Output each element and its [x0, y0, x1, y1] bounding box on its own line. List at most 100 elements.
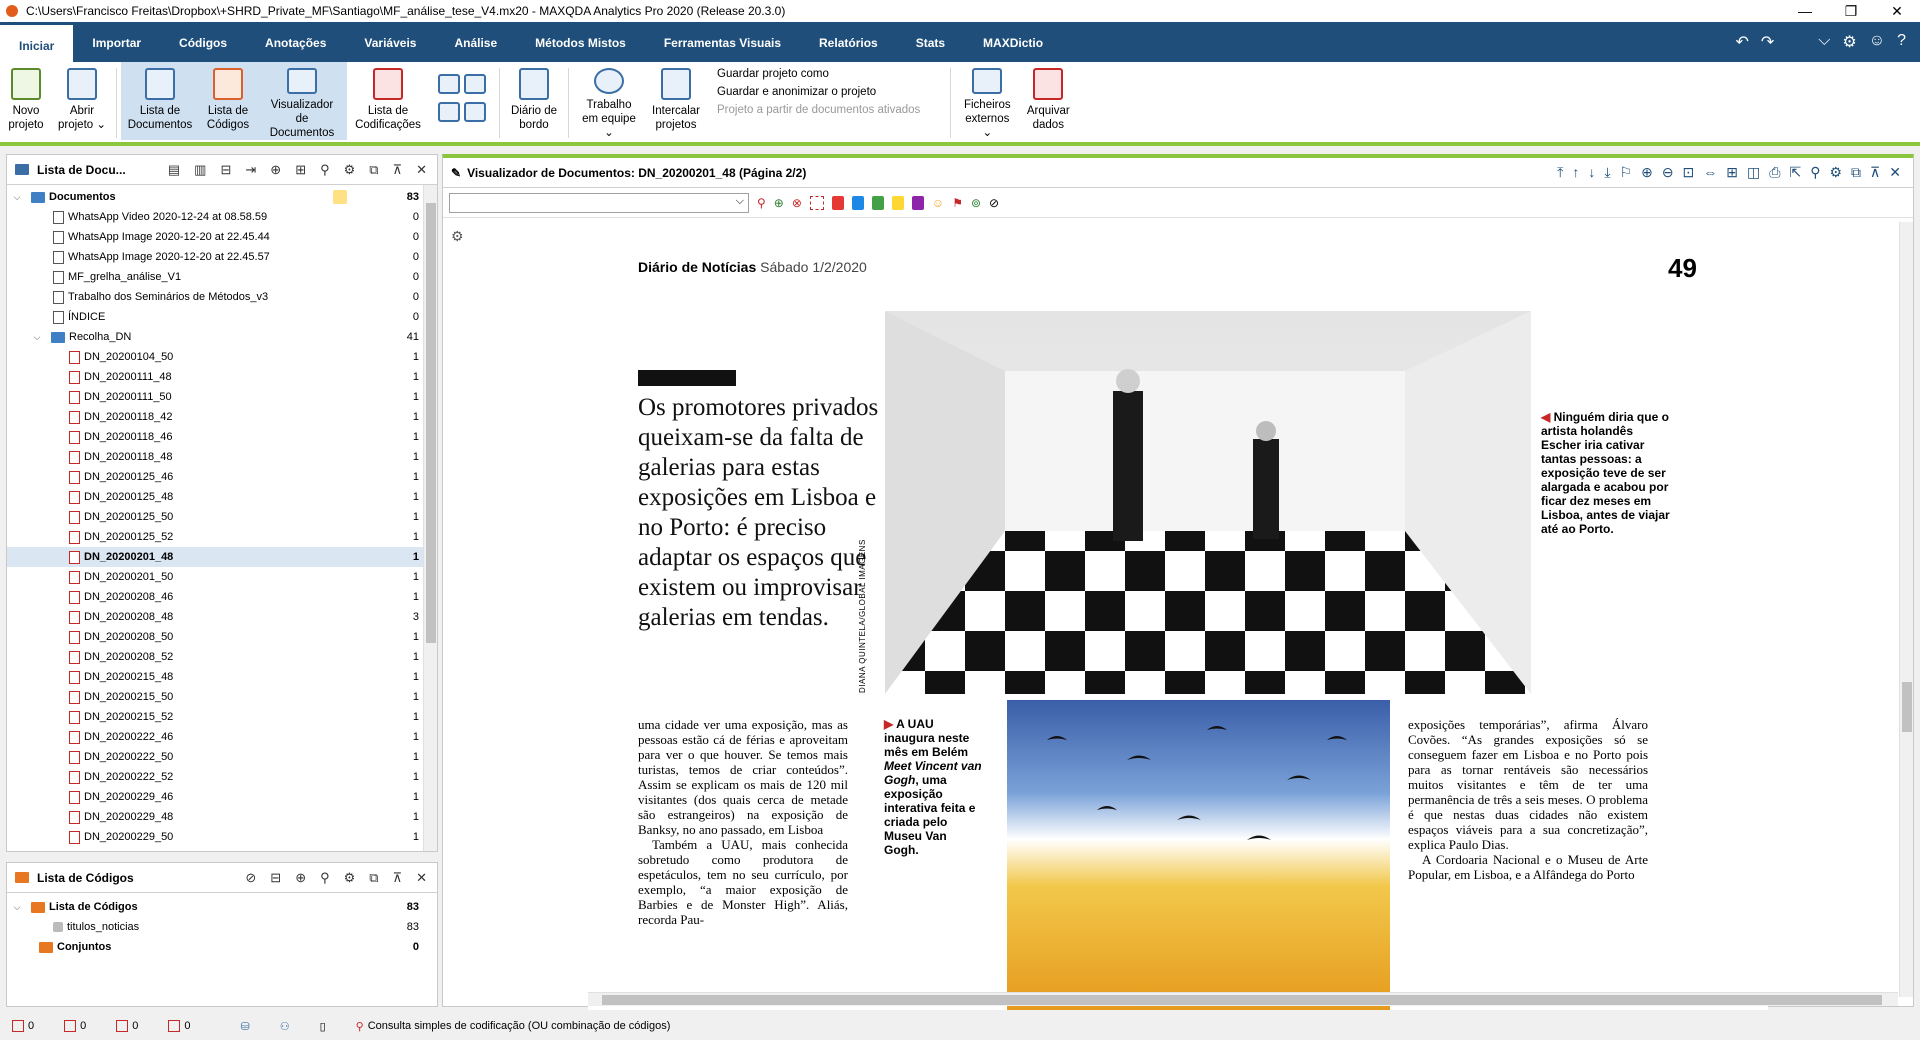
- status-coded-segments[interactable]: 0: [116, 1020, 138, 1032]
- menu-maxdictio[interactable]: MAXDictio: [964, 22, 1062, 62]
- fit-page-icon[interactable]: ⊡: [1683, 164, 1695, 181]
- document-item[interactable]: DN_20200208_52 1: [7, 647, 437, 667]
- document-item[interactable]: DN_20200229_46 1: [7, 787, 437, 807]
- scrollbar-thumb[interactable]: [602, 995, 1882, 1005]
- document-item[interactable]: DN_20200208_48 3: [7, 607, 437, 627]
- activate-codes-icon[interactable]: ⊘: [245, 870, 256, 886]
- code-list-button[interactable]: Lista de Códigos: [199, 62, 257, 140]
- highlighter-green-icon[interactable]: [871, 195, 884, 210]
- menu-metodos-mistos[interactable]: Métodos Mistos: [516, 22, 645, 62]
- region-select-icon[interactable]: [809, 195, 824, 210]
- split-view-icon[interactable]: ◫: [1747, 164, 1760, 181]
- new-project-button[interactable]: Novo projeto: [0, 62, 52, 140]
- save-as-button[interactable]: Guardar projeto como: [717, 68, 920, 80]
- document-item[interactable]: DN_20200222_52 1: [7, 767, 437, 787]
- last-page-icon[interactable]: ⤓: [1604, 164, 1610, 181]
- new-doc-icon[interactable]: ⊕: [270, 162, 281, 178]
- document-item[interactable]: DN_20200215_48 1: [7, 667, 437, 687]
- menu-stats[interactable]: Stats: [897, 22, 964, 62]
- document-item[interactable]: DN_20200215_50 1: [7, 687, 437, 707]
- next-page-icon[interactable]: ↓: [1588, 164, 1595, 181]
- project-from-docs-button[interactable]: Projeto a partir de documentos ativados: [717, 104, 920, 116]
- code-titulos-noticias[interactable]: titulos_noticias 83: [7, 917, 437, 937]
- viewer-vertical-scrollbar[interactable]: [1899, 222, 1913, 997]
- document-list-button[interactable]: Lista de Documentos: [121, 62, 199, 140]
- scrollbar-thumb[interactable]: [426, 203, 436, 643]
- code-select-combo[interactable]: [449, 192, 749, 213]
- menu-iniciar[interactable]: Iniciar: [0, 22, 74, 62]
- deactivate-docs-icon[interactable]: ▥: [194, 162, 206, 178]
- document-item[interactable]: DN_20200111_50 1: [7, 387, 437, 407]
- document-item[interactable]: DN_20200118_48 1: [7, 447, 437, 467]
- settings-icon[interactable]: ⚙: [344, 162, 356, 178]
- document-item[interactable]: WhatsApp Video 2020-12-24 at 08.58.59 0: [7, 207, 437, 227]
- save-anonymize-button[interactable]: Guardar e anonimizar o projeto: [717, 86, 920, 98]
- previous-page-icon[interactable]: ↑: [1572, 164, 1579, 181]
- document-item[interactable]: DN_20200111_48 1: [7, 367, 437, 387]
- document-item[interactable]: DN_20200104_50 1: [7, 347, 437, 367]
- layout-2-icon[interactable]: [464, 74, 486, 94]
- new-code-icon[interactable]: ⊕: [295, 870, 306, 886]
- document-item[interactable]: MF_grelha_análise_V1 0: [7, 267, 437, 287]
- undock-icon[interactable]: ⧉: [369, 870, 378, 886]
- document-item[interactable]: Trabalho dos Seminários de Métodos_v3 0: [7, 287, 437, 307]
- bookmark-icon[interactable]: ⚐: [1620, 164, 1633, 181]
- document-item[interactable]: DN_20200222_46 1: [7, 727, 437, 747]
- collapse-toggle-icon[interactable]: ⌵: [11, 902, 23, 913]
- search-icon[interactable]: ⚲: [1810, 164, 1820, 181]
- code-root[interactable]: ⌵ Lista de Códigos 83: [7, 897, 437, 917]
- menu-analise[interactable]: Análise: [435, 22, 516, 62]
- menu-ferramentas-visuais[interactable]: Ferramentas Visuais: [645, 22, 800, 62]
- help-icon[interactable]: ?: [1897, 32, 1906, 52]
- zoom-out-icon[interactable]: ⊖: [1662, 164, 1674, 181]
- highlighter-yellow-icon[interactable]: [891, 195, 904, 210]
- collapse-panel-icon[interactable]: ⊼: [393, 870, 403, 886]
- close-panel-icon[interactable]: ✕: [1889, 164, 1901, 181]
- unlink-icon[interactable]: ⊘: [989, 196, 999, 210]
- collapse-toggle-icon[interactable]: ⌵: [31, 332, 43, 343]
- open-project-button[interactable]: Abrir projeto ⌄: [52, 62, 112, 140]
- select-mode-icon[interactable]: ⊞: [1726, 164, 1738, 181]
- tree-root-documents[interactable]: ⌵ Documentos 83: [7, 187, 437, 207]
- print-icon[interactable]: ⎙: [1769, 164, 1780, 181]
- filter-icon[interactable]: ⊟: [270, 870, 281, 886]
- close-panel-icon[interactable]: ✕: [416, 162, 427, 178]
- code-icon[interactable]: ⚲: [757, 196, 766, 210]
- expand-ribbon-icon[interactable]: ⌵: [1818, 32, 1830, 52]
- search-icon[interactable]: ⚲: [320, 162, 330, 178]
- close-button[interactable]: ✕: [1874, 3, 1920, 20]
- highlighter-purple-icon[interactable]: [911, 195, 924, 210]
- viewer-gear-icon[interactable]: ⚙: [451, 228, 464, 245]
- layout-1-icon[interactable]: [438, 74, 460, 94]
- settings-icon[interactable]: ⚙: [1829, 164, 1842, 181]
- document-item[interactable]: DN_20200125_46 1: [7, 467, 437, 487]
- document-item[interactable]: DN_20200208_50 1: [7, 627, 437, 647]
- status-codes[interactable]: 0: [64, 1020, 86, 1032]
- logbook-button[interactable]: Diário de bordo: [504, 62, 564, 140]
- document-item[interactable]: ÍNDICE 0: [7, 307, 437, 327]
- highlighter-red-icon[interactable]: [831, 195, 844, 210]
- export-icon[interactable]: ⇱: [1789, 164, 1801, 181]
- memo-icon[interactable]: [333, 190, 347, 204]
- menu-relatorios[interactable]: Relatórios: [800, 22, 897, 62]
- settings-icon[interactable]: ⚙: [1842, 32, 1856, 52]
- coding-list-button[interactable]: Lista de Codificações: [347, 62, 429, 140]
- layout-3-icon[interactable]: [438, 102, 460, 122]
- document-icon[interactable]: ▯: [320, 1020, 326, 1033]
- pin-icon[interactable]: ⚑: [952, 196, 963, 210]
- user-icon[interactable]: ⛁: [241, 1020, 250, 1033]
- status-memos[interactable]: 0: [168, 1020, 191, 1032]
- scrollbar-thumb[interactable]: [1902, 682, 1912, 732]
- fit-width-icon[interactable]: ⇔: [1703, 164, 1717, 181]
- status-documents[interactable]: 0: [12, 1020, 34, 1032]
- code-sets[interactable]: Conjuntos 0: [7, 937, 437, 957]
- document-item[interactable]: WhatsApp Image 2020-12-20 at 22.45.57 0: [7, 247, 437, 267]
- viewer-horizontal-scrollbar[interactable]: [588, 992, 1898, 1006]
- teamwork-button[interactable]: Trabalho em equipe ⌄: [573, 62, 645, 140]
- document-item[interactable]: DN_20200229_50 1: [7, 827, 437, 847]
- maximize-button[interactable]: ❐: [1828, 3, 1874, 20]
- tree-group-recolha-dn[interactable]: ⌵ Recolha_DN 41: [7, 327, 437, 347]
- document-list-scrollbar[interactable]: [423, 185, 437, 851]
- highlighter-blue-icon[interactable]: [851, 195, 864, 210]
- collapse-toggle-icon[interactable]: ⌵: [11, 192, 23, 203]
